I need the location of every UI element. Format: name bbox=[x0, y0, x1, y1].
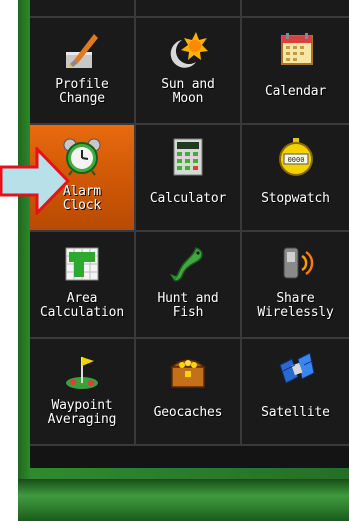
tile-share-wirelessly[interactable]: Share Wirelessly bbox=[242, 232, 349, 339]
tile-label: Area Calculation bbox=[40, 291, 124, 320]
tile-label: Stopwatch bbox=[261, 191, 330, 206]
tile-geocaches[interactable]: Geocaches bbox=[136, 339, 242, 446]
tile-top-stub-1 bbox=[30, 0, 136, 18]
fish-icon bbox=[166, 244, 210, 284]
paintbrush-icon bbox=[60, 30, 104, 70]
device-bottom-bar bbox=[18, 479, 349, 521]
area-calculation-icon bbox=[60, 244, 104, 284]
svg-text:0000: 0000 bbox=[287, 156, 304, 164]
tile-hunt-and-fish[interactable]: Hunt and Fish bbox=[136, 232, 242, 339]
tile-label: Hunt and Fish bbox=[157, 291, 219, 320]
tile-label: Satellite bbox=[261, 405, 330, 420]
treasure-chest-icon bbox=[166, 351, 210, 391]
tile-waypoint-averaging[interactable]: Waypoint Averaging bbox=[30, 339, 136, 446]
tile-label: Calendar bbox=[264, 84, 326, 99]
tile-label: Calculator bbox=[149, 191, 227, 206]
tile-calculator[interactable]: Calculator bbox=[136, 125, 242, 232]
sun-moon-icon bbox=[166, 30, 210, 70]
calculator-icon bbox=[166, 137, 210, 177]
tile-label: Geocaches bbox=[153, 405, 223, 420]
tile-label: Profile Change bbox=[55, 77, 109, 106]
tile-stopwatch[interactable]: 0000 Stopwatch bbox=[242, 125, 349, 232]
tile-top-stub-3 bbox=[242, 0, 349, 18]
satellite-icon bbox=[274, 351, 318, 391]
pointer-arrow-icon bbox=[0, 147, 70, 215]
calendar-icon bbox=[274, 30, 318, 70]
device-frame: Profile Change Sun and Moon Calendar Ala… bbox=[18, 0, 349, 521]
tile-satellite[interactable]: Satellite bbox=[242, 339, 349, 446]
tile-label: Waypoint Averaging bbox=[47, 398, 117, 427]
tile-top-stub-2 bbox=[136, 0, 242, 18]
tools-menu-grid: Profile Change Sun and Moon Calendar Ala… bbox=[30, 0, 349, 468]
tile-calendar[interactable]: Calendar bbox=[242, 18, 349, 125]
tile-sun-and-moon[interactable]: Sun and Moon bbox=[136, 18, 242, 125]
tile-label: Share Wirelessly bbox=[257, 291, 334, 320]
stopwatch-icon: 0000 bbox=[274, 137, 318, 177]
share-wirelessly-icon bbox=[274, 244, 318, 284]
tile-profile-change[interactable]: Profile Change bbox=[30, 18, 136, 125]
tile-label: Sun and Moon bbox=[161, 77, 215, 106]
tile-area-calculation[interactable]: Area Calculation bbox=[30, 232, 136, 339]
waypoint-flag-icon bbox=[60, 351, 104, 391]
